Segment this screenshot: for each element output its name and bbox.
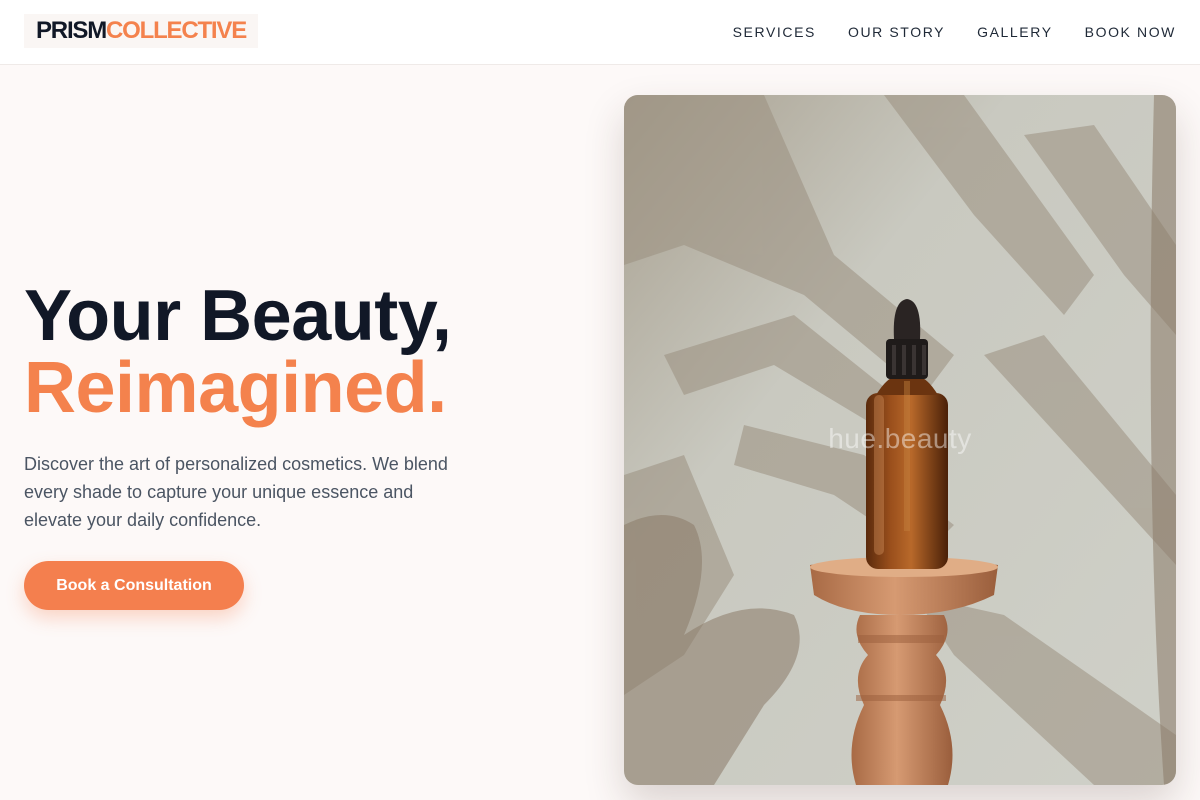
hero-title: Your Beauty, Reimagined. <box>24 280 584 424</box>
hero-title-line1: Your Beauty, <box>24 276 452 356</box>
hero-title-line2: Reimagined. <box>24 348 447 428</box>
hero-description: Discover the art of personalized cosmeti… <box>24 454 448 530</box>
nav-link-book-now[interactable]: BOOK NOW <box>1085 24 1176 40</box>
nav-link-services[interactable]: SERVICES <box>733 24 816 40</box>
photo-watermark: hue.beauty <box>828 423 972 454</box>
nav-link-our-story[interactable]: OUR STORY <box>848 24 945 40</box>
hero-product-photo: hue.beauty <box>624 95 1176 785</box>
main-nav: SERVICES OUR STORY GALLERY BOOK NOW <box>733 0 1176 64</box>
brand-logo-part2: COLLECTIVE <box>106 17 247 44</box>
brand-logo[interactable]: PRISM COLLECTIVE <box>24 14 258 48</box>
brand-logo-part1: PRISM <box>36 17 107 44</box>
site-header: PRISM COLLECTIVE SERVICES OUR STORY GALLE… <box>0 0 1200 65</box>
nav-link-gallery[interactable]: GALLERY <box>977 24 1053 40</box>
book-consultation-button[interactable]: Book a Consultation <box>24 561 244 610</box>
